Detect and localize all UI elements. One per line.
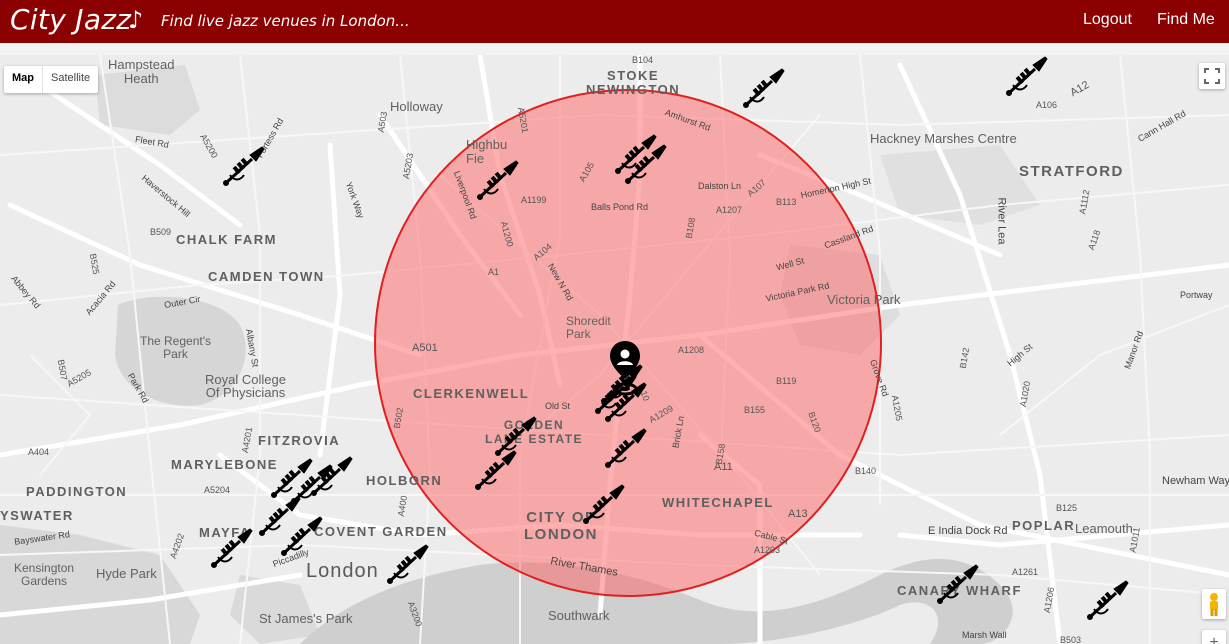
trumpet-venue-marker-icon[interactable]	[474, 449, 518, 493]
label-clerkenwell: CLERKENWELL	[413, 386, 530, 401]
road-number: B140	[855, 466, 877, 476]
plus-icon: +	[1209, 634, 1219, 644]
map-type-control: Map Satellite	[4, 66, 99, 93]
trumpet-venue-marker-icon[interactable]	[210, 527, 254, 571]
trumpet-venue-marker-icon[interactable]	[222, 145, 266, 189]
road-number: A1261	[1012, 567, 1039, 577]
label-holloway: Holloway	[390, 99, 443, 114]
label-poplar: POPLAR	[1012, 518, 1076, 533]
top-navbar: City Jazz ♪ Find live jazz venues in Lon…	[0, 0, 1229, 43]
logout-button[interactable]: Logout	[1083, 11, 1132, 29]
label-southwark: Southwark	[548, 608, 610, 623]
label-hampstead-heath: Hampstead Heath	[108, 57, 175, 86]
road-number: B113	[776, 197, 797, 207]
label-e-india-dock-rd: E India Dock Rd	[928, 525, 1008, 537]
label-regents-park: The Regent's Park	[140, 334, 211, 361]
fullscreen-icon	[1204, 68, 1220, 84]
road-number: B119	[776, 376, 797, 386]
find-me-button[interactable]: Find Me	[1157, 11, 1215, 29]
trumpet-venue-marker-icon[interactable]	[476, 159, 520, 203]
label-hyde-park: Hyde Park	[96, 566, 157, 581]
street-view-pegman[interactable]	[1202, 589, 1226, 619]
zoom-in-button[interactable]: +	[1202, 630, 1226, 644]
music-note-icon: ♪	[128, 6, 144, 34]
road-number: A13	[788, 508, 808, 520]
trumpet-venue-marker-icon[interactable]	[386, 543, 430, 587]
label-kensington-gardens: Kensington Gardens	[14, 561, 75, 588]
label-st-james-park: St James's Park	[259, 611, 353, 626]
label-london: London	[306, 560, 379, 582]
trumpet-venue-marker-icon[interactable]	[742, 67, 786, 111]
road-number: A1208	[678, 345, 705, 355]
map-type-satellite-button[interactable]: Satellite	[42, 66, 98, 93]
label-whitechapel: WHITECHAPEL	[662, 495, 774, 510]
label-shoreditch-park: Shoredit Park	[566, 314, 611, 341]
trumpet-venue-marker-icon[interactable]	[280, 515, 324, 559]
trumpet-venue-marker-icon[interactable]	[624, 143, 668, 187]
label-bayswater: YSWATER	[0, 508, 74, 523]
label-camden-town: CAMDEN TOWN	[208, 269, 325, 284]
road-number: A5204	[204, 485, 231, 495]
label-marsh-wall: Marsh Wall	[962, 630, 1007, 640]
label-holborn: HOLBORN	[366, 473, 443, 488]
label-newham-way: Newham Way	[1162, 475, 1229, 487]
road-number: A404	[28, 447, 50, 457]
app-title[interactable]: City Jazz	[10, 3, 131, 36]
label-victoria-park: Victoria Park	[827, 292, 901, 307]
road-number: B503	[1060, 635, 1082, 644]
label-chalk-farm: CHALK FARM	[176, 232, 277, 247]
label-stratford: STRATFORD	[1019, 163, 1124, 180]
map-type-map-button[interactable]: Map	[4, 66, 42, 93]
label-marylebone: MARYLEBONE	[171, 457, 278, 472]
label-leamouth: Leamouth	[1075, 521, 1133, 536]
road-number: A1207	[716, 205, 743, 215]
label-fitzrovia: FITZROVIA	[258, 433, 341, 448]
label-dalston-ln: Dalston Ln	[698, 181, 742, 191]
road-number: B125	[1056, 503, 1078, 513]
road-number: A106	[1036, 100, 1058, 110]
road-number: B509	[150, 227, 172, 237]
label-balls-pond-rd: Balls Pond Rd	[591, 202, 649, 212]
label-stoke-newington: STOKE NEWINGTON	[586, 68, 681, 97]
fullscreen-button[interactable]	[1199, 63, 1225, 89]
pegman-icon	[1210, 593, 1218, 616]
road-number: B155	[744, 405, 766, 415]
trumpet-venue-marker-icon[interactable]	[310, 455, 354, 499]
trumpet-venue-marker-icon[interactable]	[582, 483, 626, 527]
trumpet-venue-marker-icon[interactable]	[1005, 55, 1049, 99]
road-number: A501	[412, 342, 438, 354]
label-royal-college: Royal College Of Physicians	[205, 372, 286, 400]
map-canvas[interactable]: Hampstead Heath Holloway STOKE NEWINGTON…	[0, 55, 1229, 644]
trumpet-venue-marker-icon[interactable]	[936, 563, 980, 607]
label-hackney-marshes: Hackney Marshes Centre	[870, 131, 1017, 146]
label-old-st: Old St	[545, 401, 571, 411]
current-location-pin-icon[interactable]	[609, 341, 641, 399]
label-river-lea: River Lea	[995, 197, 1008, 245]
label-covent-garden: COVENT GARDEN	[314, 524, 448, 539]
road-number: A1	[488, 267, 500, 277]
label-paddington: PADDINGTON	[26, 484, 128, 499]
road-number: A1203	[754, 545, 781, 555]
trumpet-venue-marker-icon[interactable]	[1086, 579, 1130, 623]
tagline: Find live jazz venues in London...	[161, 12, 410, 30]
trumpet-venue-marker-icon[interactable]	[604, 427, 648, 471]
label-portway: Portway	[1180, 290, 1213, 300]
road-number: B104	[632, 55, 654, 65]
road-number: A1199	[521, 195, 547, 205]
